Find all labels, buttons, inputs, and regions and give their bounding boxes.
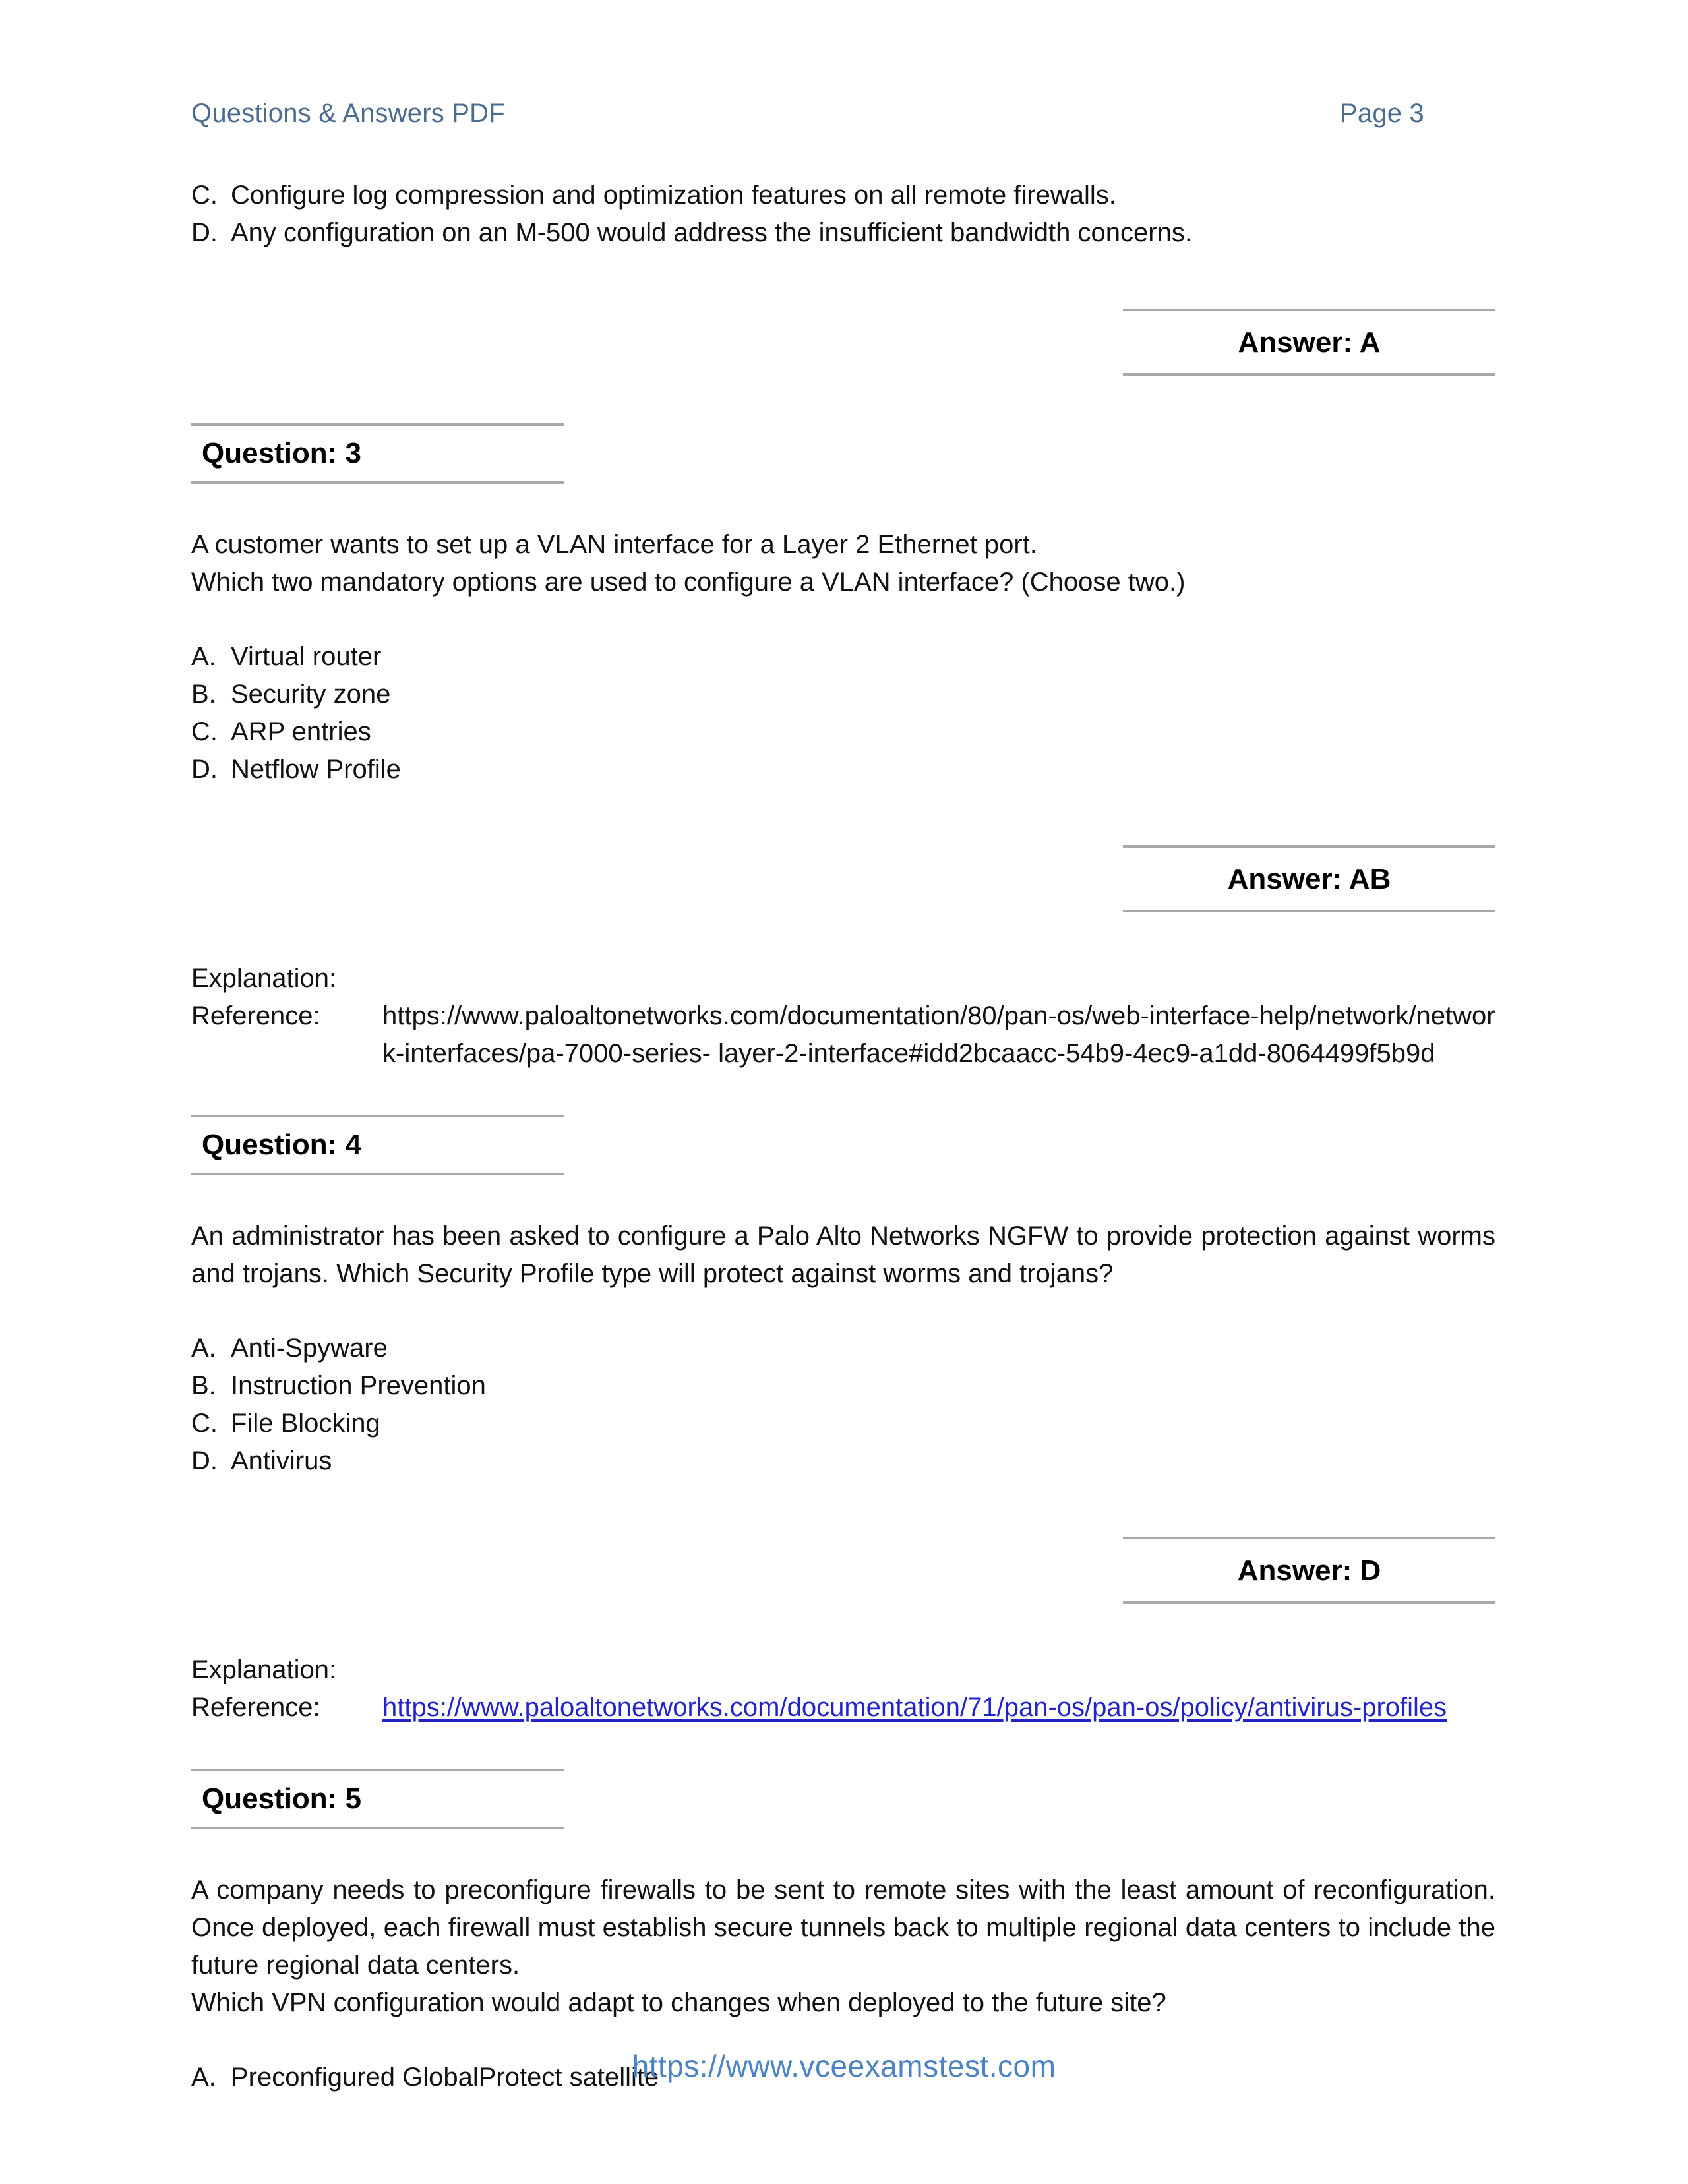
list-item: A. Anti-Spyware [191,1330,1495,1367]
answer-row: Answer: D [191,1537,1495,1604]
choice-marker: B. [191,1371,216,1400]
list-item: D. Any configuration on an M-500 would a… [191,214,1495,252]
question-heading: Question: 5 [191,1769,564,1829]
list-item: B. Security zone [191,676,1495,713]
question-stem-line: Which VPN configuration would adapt to c… [191,1988,1166,2017]
page-number: Page 3 [1340,99,1424,128]
choice-marker: D. [191,218,218,247]
carryover-choice-list: C. Configure log compression and optimiz… [191,177,1495,252]
choice-list: A. Anti-Spyware B. Instruction Preventio… [191,1330,1495,1480]
list-item: D. Netflow Profile [191,751,1495,788]
explanation-block: Explanation: Reference: https://www.palo… [191,960,1495,1073]
list-item: C. ARP entries [191,713,1495,751]
answer-badge: Answer: AB [1123,845,1495,912]
reference-line: Reference: https://www.paloaltonetworks.… [191,997,1495,1073]
choice-marker: C. [191,717,218,746]
choice-marker: D. [191,755,218,784]
choice-list: A. Virtual router B. Security zone C. AR… [191,638,1495,788]
list-item: B. Instruction Prevention [191,1367,1495,1405]
reference-line: Reference: https://www.paloaltonetworks.… [191,1689,1495,1727]
list-item: D. Antivirus [191,1442,1495,1480]
choice-text: ARP entries [231,717,371,746]
choice-text: Security zone [231,680,391,709]
choice-marker: B. [191,680,216,709]
reference-url-link[interactable]: https://www.paloaltonetworks.com/documen… [382,1689,1495,1727]
page-content: C. Configure log compression and optimiz… [191,177,1495,2096]
list-item: A. Virtual router [191,638,1495,676]
question-stem-line: A company needs to preconfigure firewall… [191,1875,1495,1980]
choice-marker: C. [191,181,218,210]
list-item: C. File Blocking [191,1405,1495,1442]
explanation-block: Explanation: Reference: https://www.palo… [191,1651,1495,1727]
explanation-label: Explanation: [191,1655,337,1684]
answer-row: Answer: AB [191,845,1495,912]
document-header: Questions & Answers PDF Page 3 [191,99,1497,129]
answer-row: Answer: A [191,309,1495,376]
choice-text: Configure log compression and optimizati… [231,181,1116,210]
header-title: Questions & Answers PDF [191,99,505,128]
choice-text: Virtual router [231,642,382,671]
answer-badge: Answer: A [1123,309,1495,376]
question-stem-line: Which two mandatory options are used to … [191,568,1186,597]
question-heading: Question: 3 [191,423,564,484]
choice-marker: D. [191,1446,218,1475]
reference-label: Reference: [191,1001,320,1030]
choice-text: Any configuration on an M-500 would addr… [231,218,1192,247]
choice-marker: A. [191,642,216,671]
pdf-page: Questions & Answers PDF Page 3 C. Config… [0,0,1688,2184]
choice-marker: C. [191,1409,218,1438]
choice-text: File Blocking [231,1409,380,1438]
question-stem-line: An administrator has been asked to confi… [191,1222,1495,1288]
choice-text: Anti-Spyware [231,1334,388,1363]
choice-text: Netflow Profile [231,755,401,784]
reference-label: Reference: [191,1693,320,1722]
question-heading: Question: 4 [191,1115,564,1175]
choice-text: Antivirus [231,1446,332,1475]
reference-url: https://www.paloaltonetworks.com/documen… [382,1001,1495,1068]
list-item: C. Configure log compression and optimiz… [191,177,1495,214]
question-stem-line: A customer wants to set up a VLAN interf… [191,530,1037,559]
document-footer: https://www.vceexamstest.com [0,2048,1688,2084]
choice-marker: A. [191,1334,216,1363]
choice-text: Instruction Prevention [231,1371,486,1400]
footer-site-link[interactable]: https://www.vceexamstest.com [632,2049,1056,2083]
answer-badge: Answer: D [1123,1537,1495,1604]
explanation-label: Explanation: [191,964,337,993]
